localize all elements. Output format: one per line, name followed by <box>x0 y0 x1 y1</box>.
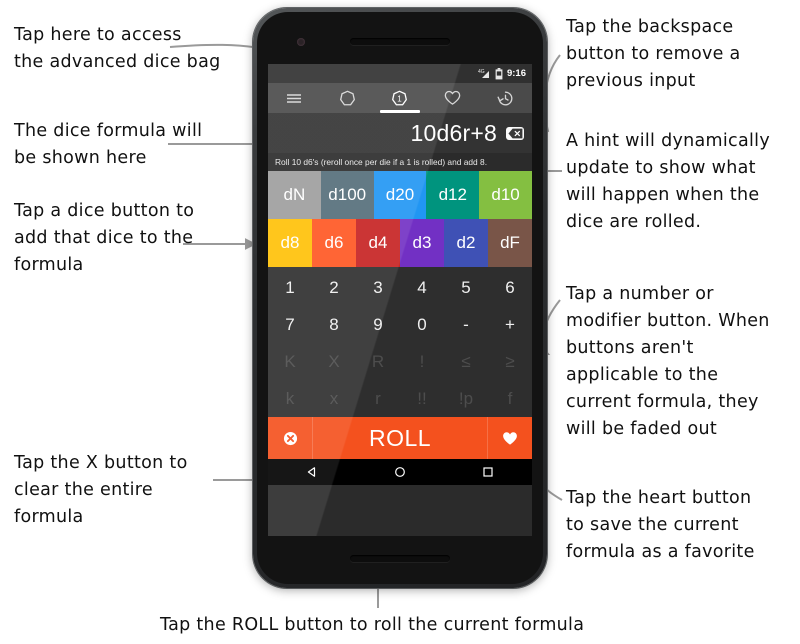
save-favorite-button[interactable] <box>488 431 532 446</box>
tab-dice-bag[interactable] <box>321 83 374 113</box>
numbered-die-icon: 1 <box>392 90 408 105</box>
key--[interactable]: - <box>444 306 488 343</box>
key-f: f <box>507 388 513 408</box>
key-7[interactable]: 7 <box>268 306 312 343</box>
phone-device-frame: 4G 9:16 1 10d6r+8 Roll 10 d6's (reroll o… <box>253 8 547 588</box>
keypad-row-1: 123456 <box>268 269 532 306</box>
key-5[interactable]: 5 <box>444 269 488 306</box>
nav-back-button[interactable] <box>268 466 356 478</box>
key-k: k <box>285 388 295 408</box>
annotation-dice-buttons: Tap a dice button to add that dice to th… <box>14 201 195 275</box>
key-2[interactable]: 2 <box>312 269 356 306</box>
nav-recents-button[interactable] <box>444 466 532 478</box>
roll-button[interactable]: ROLL <box>312 417 488 459</box>
key-x: x <box>329 388 339 408</box>
dice-button-dN[interactable]: dN <box>268 171 321 219</box>
status-bar: 4G 9:16 <box>268 64 532 83</box>
key-0[interactable]: 0 <box>400 306 444 343</box>
roll-action-bar: ROLL <box>268 417 532 459</box>
android-navigation-bar <box>268 459 532 485</box>
tab-dice-roller[interactable]: 1 <box>374 83 427 113</box>
recents-square-icon <box>483 467 493 477</box>
bottom-speaker <box>350 555 450 562</box>
clear-x-circle-icon <box>283 431 297 445</box>
clear-formula-button[interactable] <box>268 431 312 446</box>
battery-icon <box>495 67 503 79</box>
keypad: 1 2 3 4 5 6 7 8 9 0- + K X R! ≤ ≥ k x r!! !p f <box>268 267 532 417</box>
home-circle-icon <box>395 467 405 477</box>
key-!p: !p <box>458 388 474 408</box>
earpiece-speaker <box>350 38 450 45</box>
dice-button-row-bottom: d8 d6 d4 d3 d2 dF <box>268 219 532 267</box>
key-1[interactable]: 1 <box>268 269 312 306</box>
dice-button-d8[interactable]: d8 <box>268 219 312 267</box>
annotation-clear: Tap the X button to clear the entire for… <box>14 453 188 527</box>
key-!: ! <box>419 351 425 371</box>
backspace-icon <box>508 128 522 138</box>
heart-icon <box>444 90 461 105</box>
key-R: R <box>371 351 385 371</box>
keypad-row-3: K X R! ≤ ≥ <box>268 343 532 380</box>
key-X: X <box>328 351 340 371</box>
dice-button-d20[interactable]: d20 <box>373 171 427 219</box>
dice-button-d3[interactable]: d3 <box>400 219 444 267</box>
dice-button-d12[interactable]: d12 <box>426 171 480 219</box>
dice-button-d2[interactable]: d2 <box>444 219 488 267</box>
dice-button-row-top: dN d100 d20 d12 d10 <box>268 171 532 219</box>
key-r: r <box>375 388 381 408</box>
key-8[interactable]: 8 <box>312 306 356 343</box>
annotation-favorite: Tap the heart button to save the current… <box>566 488 755 562</box>
key-+[interactable]: + <box>488 306 532 343</box>
hamburger-menu-icon <box>287 93 302 103</box>
heptagon-dice-icon <box>339 90 355 105</box>
front-camera-icon <box>297 38 305 46</box>
dice-button-d10[interactable]: d10 <box>479 171 532 219</box>
annotation-formula: The dice formula will be shown here <box>14 121 203 168</box>
annotation-dice-bag: Tap here to access the advanced dice bag <box>14 25 221 72</box>
phone-screen: 4G 9:16 1 10d6r+8 Roll 10 d6's (reroll o… <box>268 64 532 536</box>
signal-4g-icon: 4G <box>478 69 489 78</box>
hint-text: Roll 10 d6's (reroll once per die if a 1… <box>275 157 488 167</box>
annotation-keypad: Tap a number or modifier button. When bu… <box>566 284 770 439</box>
hint-bar: Roll 10 d6's (reroll once per die if a 1… <box>268 153 532 171</box>
keypad-row-4: k x r!! !p f <box>268 380 532 417</box>
tab-favorites[interactable] <box>426 83 479 113</box>
tab-history[interactable] <box>479 83 532 113</box>
key-K: K <box>284 351 296 371</box>
phone-bezel: 4G 9:16 1 10d6r+8 Roll 10 d6's (reroll o… <box>257 12 543 584</box>
dice-button-dF[interactable]: dF <box>488 219 532 267</box>
backspace-button[interactable] <box>506 126 524 140</box>
key-4[interactable]: 4 <box>400 269 444 306</box>
dice-button-d4[interactable]: d4 <box>356 219 400 267</box>
tab-menu[interactable] <box>268 83 321 113</box>
back-triangle-icon <box>307 467 316 477</box>
nav-home-button[interactable] <box>356 466 444 478</box>
key-3[interactable]: 3 <box>356 269 400 306</box>
key-≤: ≤ <box>461 351 471 371</box>
annotation-roll-caption: Tap the ROLL button to roll the current … <box>160 615 585 635</box>
key-9[interactable]: 9 <box>356 306 400 343</box>
heart-filled-icon <box>503 431 517 445</box>
dice-button-d6[interactable]: d6 <box>312 219 356 267</box>
tutorial-overlay-screenshot: Tap here to access the advanced dice bag… <box>0 0 800 644</box>
key-!!: !! <box>417 388 427 408</box>
formula-bar: 10d6r+8 <box>268 113 532 153</box>
annotation-hint: A hint will dynamically update to show w… <box>566 131 770 232</box>
status-bar-clock: 9:16 <box>506 68 526 79</box>
dice-button-d100[interactable]: d100 <box>320 171 374 219</box>
svg-text:4G: 4G <box>478 69 485 75</box>
active-tab-indicator <box>379 110 421 113</box>
svg-text:1: 1 <box>398 94 403 103</box>
history-clock-icon <box>497 91 513 105</box>
key-≥: ≥ <box>505 351 515 371</box>
app-bar-tabs: 1 <box>268 83 532 113</box>
key-6[interactable]: 6 <box>488 269 532 306</box>
keypad-row-2: 7 8 9 0- + <box>268 306 532 343</box>
formula-value: 10d6r+8 <box>410 119 497 146</box>
annotation-backspace: Tap the backspace button to remove a pre… <box>566 17 741 91</box>
